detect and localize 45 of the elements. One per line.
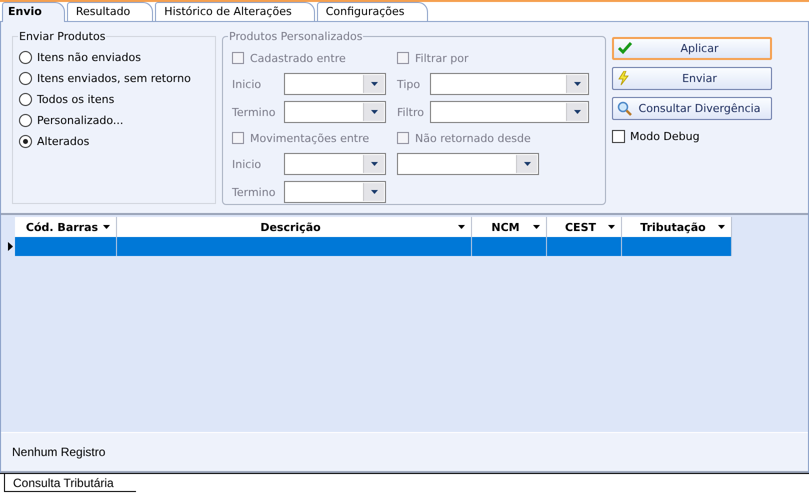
- tab[interactable]: Configurações: [316, 2, 428, 21]
- field-label: Filtro: [397, 106, 425, 118]
- column-header[interactable]: Cód. Barras: [15, 217, 117, 237]
- radio-option[interactable]: Alterados: [19, 132, 215, 150]
- checkbox-option: Movimentações entre: [232, 128, 386, 148]
- dropdown-arrow-icon: [370, 162, 378, 166]
- dropdown-arrow-icon: [574, 110, 580, 114]
- search-icon: [617, 101, 632, 116]
- tab[interactable]: Histórico de Alterações: [155, 2, 315, 21]
- dropdown-arrow-icon: [718, 225, 725, 229]
- column-header[interactable]: Descrição: [117, 217, 472, 237]
- dropdown-arrow-icon: [524, 162, 530, 166]
- tab[interactable]: Envio: [2, 2, 65, 22]
- tab[interactable]: Consulta Tributária: [4, 474, 136, 492]
- dropdown-arrow-icon: [370, 190, 378, 194]
- radio-option[interactable]: Itens não enviados: [19, 48, 215, 66]
- dropdown-arrow-icon: [533, 225, 540, 229]
- checkbox-option: Cadastrado entre: [232, 48, 386, 68]
- checkbox-option[interactable]: Modo Debug: [612, 126, 772, 146]
- field-label: Inicio: [232, 78, 262, 90]
- column-header[interactable]: NCM: [472, 217, 547, 237]
- column-header[interactable]: CEST: [547, 217, 622, 237]
- dropdown-arrow-icon: [103, 225, 110, 229]
- checkbox-option: Filtrar por: [397, 48, 589, 68]
- field-label: Termino: [232, 186, 276, 198]
- button[interactable]: Consultar Divergência: [612, 97, 772, 120]
- column-header[interactable]: Tributação: [622, 217, 732, 237]
- checkbox-option: Não retornado desde: [397, 128, 589, 148]
- field-label: Inicio: [232, 158, 262, 170]
- row-pointer-icon: [8, 242, 12, 251]
- radio-option[interactable]: Itens enviados, sem retorno: [19, 69, 215, 87]
- dropdown-arrow-icon: [370, 110, 378, 114]
- dropdown-arrow-icon: [574, 82, 580, 86]
- dropdown-arrow-icon: [370, 82, 378, 86]
- status-text: Nenhum Registro: [12, 445, 106, 459]
- dropdown-arrow-icon: [608, 225, 615, 229]
- checkmark-icon: [618, 41, 633, 56]
- radio-option[interactable]: Todos os itens: [19, 90, 215, 108]
- button[interactable]: Enviar: [612, 67, 772, 90]
- field-label: Termino: [232, 106, 276, 118]
- button[interactable]: Aplicar: [612, 37, 772, 60]
- field-label: Tipo: [397, 78, 422, 90]
- tab[interactable]: Resultado: [66, 2, 154, 21]
- dropdown-arrow-icon: [458, 225, 465, 229]
- radio-option[interactable]: Personalizado...: [19, 111, 215, 129]
